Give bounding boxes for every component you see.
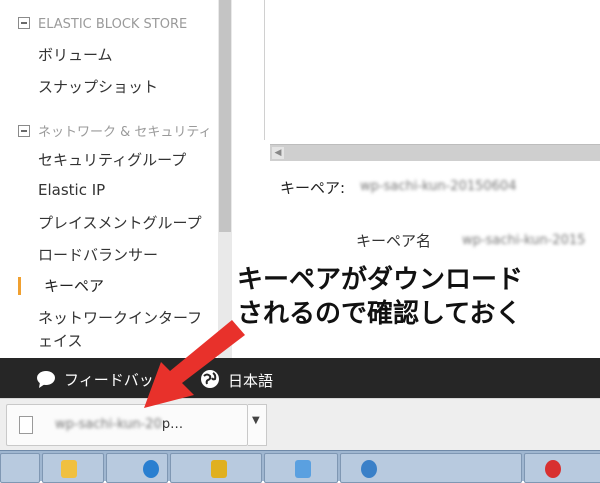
annotation-arrow — [144, 320, 245, 408]
arrow-shape — [144, 320, 245, 408]
